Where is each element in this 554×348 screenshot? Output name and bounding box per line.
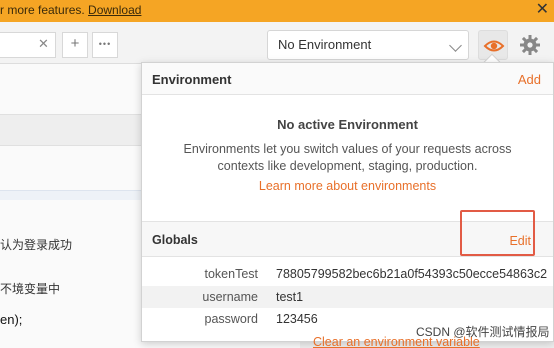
edit-highlight-box [460,210,535,256]
banner-message: r more features. Download [0,3,141,17]
variable-key: password [204,312,259,326]
gear-icon [520,35,540,55]
globals-title: Globals [152,233,198,247]
chevron-down-icon [449,39,462,52]
code-line-3[interactable]: en); [0,312,22,327]
variable-key: username [202,290,258,304]
add-environment-link[interactable]: Add [518,72,541,87]
tab-close-icon[interactable]: ✕ [38,36,49,52]
environment-title: Environment [152,72,232,87]
edit-globals-link[interactable]: Edit [509,234,531,248]
tab-bar: ✕ + ••• No Environment [0,22,554,64]
environment-popover: Environment Add No active Environment En… [141,62,554,342]
watermark: CSDN @软件测试情报局 [416,325,550,339]
global-variable-row: username test1 [142,286,553,308]
globals-header: Globals Edit [142,210,553,257]
new-tab-button[interactable]: + [62,32,88,58]
banner-text: r more features. [0,3,85,17]
code-line-2[interactable]: 不境变量中 [0,280,60,297]
variable-value: test1 [276,290,304,304]
download-link[interactable]: Download [88,3,141,17]
more-tabs-button[interactable]: ••• [92,32,118,58]
environment-select[interactable]: No Environment [267,30,469,60]
variable-value: 123456 [276,312,318,326]
manage-environments-button[interactable] [515,30,545,60]
environment-description: Environments let you switch values of yo… [183,142,512,173]
banner-close-icon[interactable]: ✕ [536,1,549,19]
global-variable-row: tokenTest 78805799582bec6b21a0f54393c50e… [142,263,553,285]
environment-select-value: No Environment [278,37,372,52]
environment-header: Environment Add [142,63,553,95]
update-banner: r more features. Download ✕ [0,0,554,22]
code-line-1[interactable]: 认为登录成功 [0,236,72,253]
no-active-environment-title: No active Environment [277,117,418,132]
variable-key: tokenTest [204,267,258,281]
variable-value: 78805799582bec6b21a0f54393c50ecce54863c2 [276,267,548,281]
learn-more-link[interactable]: Learn more about environments [142,179,553,193]
